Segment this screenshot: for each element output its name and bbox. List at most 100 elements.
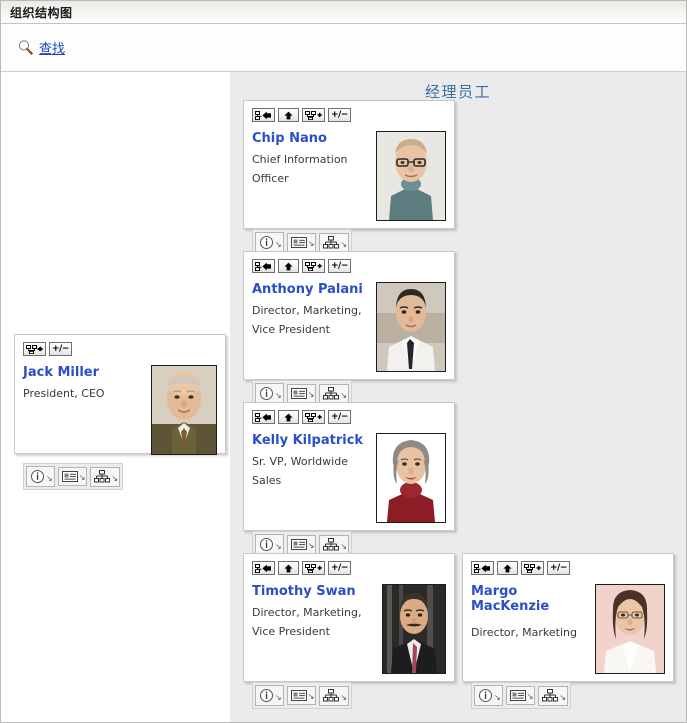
node-card-employee[interactable]: +/− Margo MacKenzie Director, Marketing bbox=[462, 553, 674, 709]
node-name-link[interactable]: Jack Miller bbox=[23, 365, 145, 380]
dropdown-caret-icon: ↘ bbox=[275, 693, 282, 702]
contact-card-button[interactable]: ↘ bbox=[286, 535, 317, 554]
move-to-parent-tree-button[interactable] bbox=[252, 259, 275, 273]
org-chart-button[interactable]: ↘ bbox=[319, 232, 350, 253]
avatar bbox=[376, 282, 446, 372]
info-circle-icon bbox=[478, 688, 493, 703]
node-top-toolbar: +/− bbox=[252, 108, 446, 122]
contact-card-button[interactable]: ↘ bbox=[286, 384, 317, 403]
node-job-title-line2: Officer bbox=[252, 172, 289, 185]
toggle-expand-button[interactable]: +/− bbox=[328, 259, 351, 273]
toggle-expand-button[interactable]: +/− bbox=[328, 561, 351, 575]
up-arrow-icon bbox=[282, 262, 295, 271]
search-link-label: 查找 bbox=[39, 42, 66, 57]
toggle-expand-button[interactable]: +/− bbox=[547, 561, 570, 575]
dropdown-caret-icon: ↘ bbox=[275, 240, 282, 249]
contact-card-button[interactable]: ↘ bbox=[505, 686, 536, 705]
move-to-parent-tree-button[interactable] bbox=[252, 410, 275, 424]
dropdown-caret-icon: ↘ bbox=[526, 692, 534, 701]
card-icon bbox=[61, 470, 78, 483]
org-chart-plus-icon bbox=[305, 412, 322, 422]
dropdown-caret-icon: ↘ bbox=[559, 692, 567, 702]
node-name-link[interactable]: Margo MacKenzie bbox=[471, 584, 589, 614]
chart-toolbar: 查找 bbox=[1, 24, 686, 72]
node-card-employee[interactable]: +/− Timothy Swan Director, Marketing, Vi… bbox=[243, 553, 455, 709]
go-up-button[interactable] bbox=[278, 410, 299, 424]
details-button[interactable]: ↘ bbox=[26, 466, 55, 487]
card-icon bbox=[290, 387, 307, 400]
go-up-button[interactable] bbox=[278, 259, 299, 273]
org-chart-button[interactable]: ↘ bbox=[319, 685, 350, 706]
info-circle-icon bbox=[259, 235, 274, 250]
dropdown-caret-icon: ↘ bbox=[307, 541, 315, 550]
node-job-title: President, CEO bbox=[23, 387, 105, 400]
dropdown-caret-icon: ↘ bbox=[494, 693, 501, 702]
plus-minus-icon: +/− bbox=[331, 109, 348, 120]
tree-left-arrow-icon bbox=[255, 412, 272, 422]
toggle-expand-button[interactable]: +/− bbox=[49, 342, 72, 356]
dropdown-caret-icon: ↘ bbox=[275, 391, 282, 400]
search-link[interactable]: 查找 bbox=[17, 38, 65, 57]
org-chart-button[interactable]: ↘ bbox=[538, 685, 569, 706]
toggle-expand-button[interactable]: +/− bbox=[328, 410, 351, 424]
dropdown-caret-icon: ↘ bbox=[340, 239, 348, 249]
plus-minus-icon: +/− bbox=[331, 260, 348, 271]
node-job-title-line2: Vice President bbox=[252, 625, 330, 638]
dropdown-caret-icon: ↘ bbox=[340, 390, 348, 400]
node-job-title-line1: Sr. VP, Worldwide bbox=[252, 455, 348, 468]
org-chart-plus-icon bbox=[305, 563, 322, 573]
details-button[interactable]: ↘ bbox=[255, 534, 284, 555]
node-top-toolbar: +/− bbox=[252, 561, 446, 575]
node-card-employee[interactable]: +/− Chip Nano Chief Information Officer bbox=[243, 100, 455, 256]
expand-subtree-button[interactable] bbox=[302, 561, 325, 575]
node-top-toolbar: +/− bbox=[252, 259, 446, 273]
move-to-parent-tree-button[interactable] bbox=[252, 108, 275, 122]
expand-subtree-button[interactable] bbox=[302, 108, 325, 122]
contact-card-button[interactable]: ↘ bbox=[286, 686, 317, 705]
details-button[interactable]: ↘ bbox=[474, 685, 503, 706]
org-chart-button[interactable]: ↘ bbox=[90, 466, 121, 487]
details-button[interactable]: ↘ bbox=[255, 383, 284, 404]
expand-subtree-button[interactable] bbox=[521, 561, 544, 575]
plus-minus-icon: +/− bbox=[550, 562, 567, 573]
org-chart-plus-icon bbox=[305, 110, 322, 120]
dropdown-caret-icon: ↘ bbox=[307, 692, 315, 701]
node-card-root[interactable]: +/− Jack Miller President, CEO ↘ ↘ ↘ bbox=[14, 334, 226, 490]
go-up-button[interactable] bbox=[278, 108, 299, 122]
up-arrow-icon bbox=[282, 413, 295, 422]
org-chart-icon bbox=[323, 386, 340, 401]
node-name-link[interactable]: Timothy Swan bbox=[252, 584, 376, 599]
avatar bbox=[376, 131, 446, 221]
details-button[interactable]: ↘ bbox=[255, 232, 284, 253]
move-to-parent-tree-button[interactable] bbox=[471, 561, 494, 575]
expand-subtree-button[interactable] bbox=[302, 410, 325, 424]
magnifier-icon bbox=[17, 39, 34, 56]
card-icon bbox=[509, 689, 526, 702]
dropdown-caret-icon: ↘ bbox=[46, 474, 53, 483]
expand-subtree-button[interactable] bbox=[302, 259, 325, 273]
go-up-button[interactable] bbox=[278, 561, 299, 575]
node-card-employee[interactable]: +/− Kelly Kilpatrick Sr. VP, Worldwide S… bbox=[243, 402, 455, 558]
node-card-employee[interactable]: +/− Anthony Palani Director, Marketing, … bbox=[243, 251, 455, 407]
tree-left-arrow-icon bbox=[474, 563, 491, 573]
info-circle-icon bbox=[259, 688, 274, 703]
expand-subtree-button[interactable] bbox=[23, 342, 46, 356]
info-circle-icon bbox=[259, 386, 274, 401]
org-chart-button[interactable]: ↘ bbox=[319, 534, 350, 555]
node-bottom-toolbar: ↘ ↘ ↘ bbox=[471, 682, 572, 709]
move-to-parent-tree-button[interactable] bbox=[252, 561, 275, 575]
employees-pane-heading: 经理员工 bbox=[424, 83, 491, 101]
details-button[interactable]: ↘ bbox=[255, 685, 284, 706]
contact-card-button[interactable]: ↘ bbox=[57, 467, 88, 486]
node-job-title-line1: Director, Marketing, bbox=[252, 606, 362, 619]
tree-left-arrow-icon bbox=[255, 110, 272, 120]
node-name-link[interactable]: Anthony Palani bbox=[252, 282, 370, 297]
org-chart-button[interactable]: ↘ bbox=[319, 383, 350, 404]
go-up-button[interactable] bbox=[497, 561, 518, 575]
toggle-expand-button[interactable]: +/− bbox=[328, 108, 351, 122]
org-chart-icon bbox=[94, 469, 111, 484]
node-name-link[interactable]: Chip Nano bbox=[252, 131, 370, 146]
node-name-link[interactable]: Kelly Kilpatrick bbox=[252, 433, 370, 448]
contact-card-button[interactable]: ↘ bbox=[286, 233, 317, 252]
node-bottom-toolbar: ↘ ↘ ↘ bbox=[23, 463, 124, 490]
